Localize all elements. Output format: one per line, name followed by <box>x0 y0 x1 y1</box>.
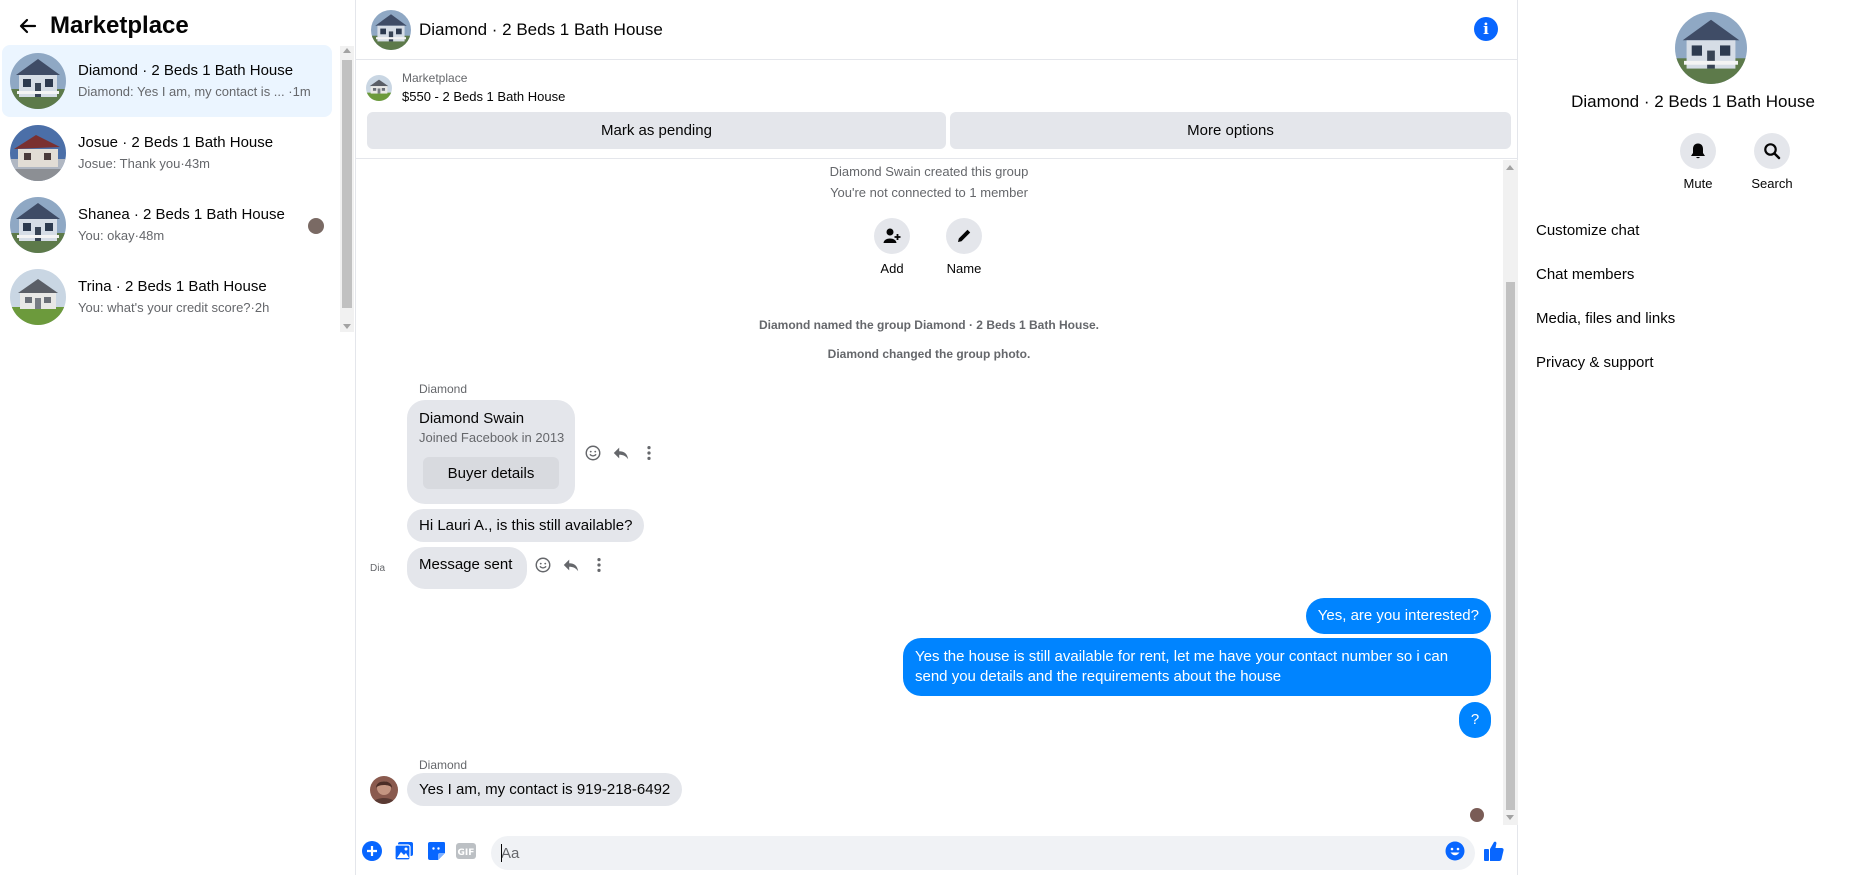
buyer-name: Diamond Swain <box>419 410 525 427</box>
scrollbar-thumb[interactable] <box>1506 282 1515 810</box>
menu-chat-members[interactable]: Chat members <box>1536 266 1634 283</box>
conversation-preview: You: okay·48m <box>78 228 165 243</box>
add-label: Add <box>880 261 904 276</box>
mark-as-pending-button[interactable]: Mark as pending <box>367 112 946 149</box>
group-name: Diamond · 2 Beds 1 Bath House <box>1571 92 1815 111</box>
info-icon[interactable]: i <box>1474 17 1498 41</box>
conversation-item-shanea[interactable]: Shanea · 2 Beds 1 Bath House You: okay·4… <box>2 189 332 261</box>
sidebar-scrollbar[interactable] <box>340 46 354 332</box>
chat-title[interactable]: Diamond · 2 Beds 1 Bath House <box>419 20 663 40</box>
sent-message-bubble[interactable]: ? <box>1459 702 1491 738</box>
conversation-item-josue[interactable]: Josue · 2 Beds 1 Bath House Josue: Thank… <box>2 117 332 189</box>
add-person-icon[interactable] <box>874 218 910 254</box>
scroll-up-arrow[interactable] <box>1506 165 1514 170</box>
reply-icon[interactable] <box>610 442 632 464</box>
back-arrow-icon[interactable] <box>14 12 42 40</box>
message-actions <box>532 554 610 576</box>
more-vertical-icon[interactable] <box>588 554 610 576</box>
react-smile-icon[interactable] <box>532 554 554 576</box>
listing-thumbnail <box>10 269 66 325</box>
marketplace-label: Marketplace <box>402 71 468 85</box>
reply-icon[interactable] <box>560 554 582 576</box>
search-label: Search <box>1751 176 1793 191</box>
conversation-item-trina[interactable]: Trina · 2 Beds 1 Bath House You: what's … <box>2 261 332 333</box>
svg-text:GIF: GIF <box>458 848 475 858</box>
group-named-event: Diamond named the group Diamond · 2 Beds… <box>758 318 1100 332</box>
read-receipt-avatar <box>1470 808 1484 822</box>
scroll-up-arrow[interactable] <box>343 48 351 53</box>
gif-icon[interactable]: GIF <box>455 840 477 862</box>
broken-avatar-image: Dia <box>370 563 386 574</box>
listing-thumbnail[interactable] <box>366 75 392 101</box>
chat-panel: Diamond · 2 Beds 1 Bath House i Marketpl… <box>356 0 1518 875</box>
sidebar-header: Marketplace <box>14 10 189 42</box>
chat-thumbnail[interactable] <box>371 10 411 50</box>
mute-action[interactable]: Mute <box>1668 133 1728 191</box>
conversation-name: Diamond · 2 Beds 1 Bath House <box>78 62 294 79</box>
message-bubble[interactable]: Yes I am, my contact is 919-218-6492 <box>407 773 683 806</box>
thread-scrollbar[interactable] <box>1503 160 1518 825</box>
page-title: Marketplace <box>50 12 189 39</box>
menu-media-files-links[interactable]: Media, files and links <box>1536 310 1675 327</box>
listing-thumbnail <box>10 53 66 109</box>
listing-price-title[interactable]: $550 - 2 Beds 1 Bath House <box>402 89 565 104</box>
thumbs-up-icon[interactable] <box>1483 840 1505 862</box>
group-created-text: Diamond Swain created this group <box>829 164 1029 179</box>
conversation-preview: You: what's your credit score?·2h <box>78 300 270 315</box>
scroll-down-arrow[interactable] <box>1506 815 1514 820</box>
not-connected-text: You're not connected to 1 member <box>830 185 1028 200</box>
text-caret <box>501 844 502 862</box>
conversation-sidebar: Marketplace Diamond · 2 Beds 1 Bath Hous… <box>0 0 356 875</box>
conversation-name: Trina · 2 Beds 1 Bath House <box>78 278 267 295</box>
group-photo-event: Diamond changed the group photo. <box>827 347 1031 361</box>
conversation-preview: Josue: Thank you·43m <box>78 156 210 171</box>
name-group-action[interactable]: Name <box>934 218 994 276</box>
seen-avatar <box>308 218 324 234</box>
conversation-item-diamond[interactable]: Diamond · 2 Beds 1 Bath House Diamond: Y… <box>2 45 332 117</box>
photo-icon[interactable] <box>393 840 415 862</box>
mute-label: Mute <box>1683 176 1713 191</box>
search-icon[interactable] <box>1754 133 1790 169</box>
message-bubble[interactable]: Hi Lauri A., is this still available? <box>407 509 645 542</box>
chat-header: Diamond · 2 Beds 1 Bath House i <box>356 0 1518 60</box>
conversation-preview: Diamond: Yes I am, my contact is ... ·1m <box>78 84 311 99</box>
sender-name: Diamond <box>419 382 468 396</box>
buyer-joined: Joined Facebook in 2013 <box>419 430 565 445</box>
bell-icon[interactable] <box>1680 133 1716 169</box>
more-options-button[interactable]: More options <box>950 112 1511 149</box>
conversation-list: Diamond · 2 Beds 1 Bath House Diamond: Y… <box>2 45 332 333</box>
message-input[interactable] <box>491 836 1475 870</box>
buyer-profile-card: Diamond Swain Joined Facebook in 2013 Bu… <box>407 400 575 504</box>
search-action[interactable]: Search <box>1742 133 1802 191</box>
group-photo <box>1675 12 1747 84</box>
message-composer: GIF <box>356 828 1518 875</box>
scroll-down-arrow[interactable] <box>343 324 351 329</box>
sent-message-bubble[interactable]: Yes the house is still available for ren… <box>903 638 1491 696</box>
sender-name: Diamond <box>419 758 468 772</box>
plus-icon[interactable] <box>361 840 383 862</box>
conversation-info-panel: Diamond · 2 Beds 1 Bath House Mute Searc… <box>1518 0 1868 875</box>
name-label: Name <box>946 261 982 276</box>
conversation-name: Shanea · 2 Beds 1 Bath House <box>78 206 285 223</box>
message-thread: Diamond Swain created this group You're … <box>356 160 1518 825</box>
conversation-name: Josue · 2 Beds 1 Bath House <box>78 134 274 151</box>
sticker-icon[interactable] <box>425 840 447 862</box>
menu-privacy-support[interactable]: Privacy & support <box>1536 354 1654 371</box>
more-vertical-icon[interactable] <box>638 442 660 464</box>
menu-customize-chat[interactable]: Customize chat <box>1536 222 1639 239</box>
marketplace-listing-bar: Marketplace $550 - 2 Beds 1 Bath House M… <box>356 61 1518 159</box>
listing-thumbnail <box>10 125 66 181</box>
sent-message-bubble[interactable]: Yes, are you interested? <box>1305 598 1491 634</box>
emoji-icon[interactable] <box>1444 840 1466 862</box>
pencil-icon[interactable] <box>946 218 982 254</box>
listing-thumbnail <box>10 197 66 253</box>
message-actions <box>582 442 660 464</box>
message-bubble[interactable]: Message sent <box>407 547 527 589</box>
react-smile-icon[interactable] <box>582 442 604 464</box>
buyer-details-button[interactable]: Buyer details <box>423 457 559 489</box>
sender-avatar[interactable] <box>370 776 398 804</box>
add-member-action[interactable]: Add <box>862 218 922 276</box>
scrollbar-thumb[interactable] <box>342 60 352 308</box>
